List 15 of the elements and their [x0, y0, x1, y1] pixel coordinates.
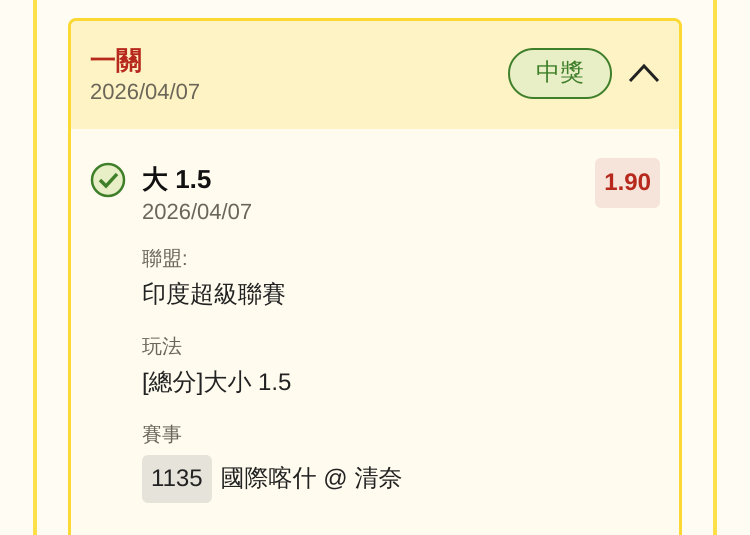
- bet-title: 一關: [90, 44, 143, 77]
- odds-badge: 1.90: [595, 158, 660, 208]
- chevron-up-icon[interactable]: [628, 63, 660, 83]
- status-badge: 中獎: [508, 48, 612, 98]
- leg-date: 2026/04/07: [142, 198, 254, 226]
- match-code: 1135: [142, 455, 212, 503]
- field-value: 印度超級聯賽: [142, 280, 286, 310]
- field-label: 聯盟:: [142, 247, 189, 272]
- field-value: [總分]大小 1.5: [142, 368, 292, 398]
- field-value: 國際喀什 @ 清奈: [220, 464, 402, 494]
- bet-date: 2026/04/07: [90, 78, 200, 106]
- selection-label: 大 1.5: [142, 163, 212, 196]
- card-header[interactable]: 一關 2026/04/07 中獎: [71, 21, 679, 129]
- field-label: 賽事: [142, 423, 183, 448]
- field-label: 玩法: [142, 335, 183, 360]
